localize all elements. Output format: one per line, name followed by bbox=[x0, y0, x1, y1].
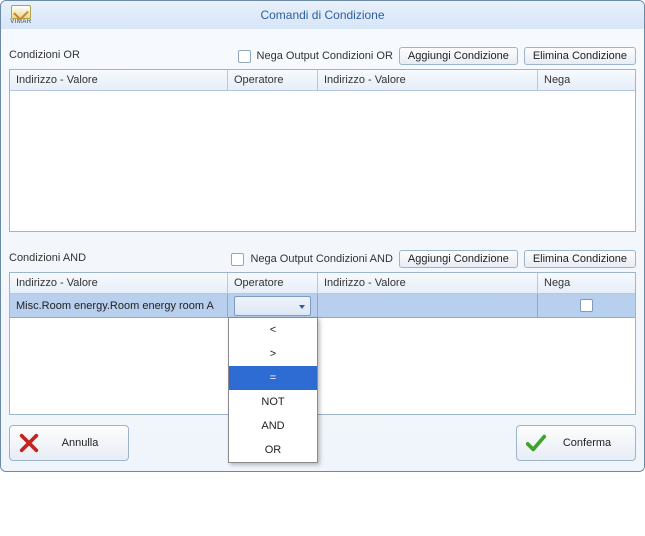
condition-commands-window: VIMAR Comandi di Condizione Condizioni O… bbox=[0, 0, 645, 472]
or-neg-label: Nega Output Condizioni OR bbox=[257, 50, 393, 62]
operator-option[interactable]: OR bbox=[229, 438, 317, 462]
and-col-addr1[interactable]: Indirizzo - Valore bbox=[10, 273, 228, 293]
and-add-condition-button[interactable]: Aggiungi Condizione bbox=[399, 250, 518, 268]
confirm-icon bbox=[525, 432, 547, 454]
window-title: Comandi di Condizione bbox=[1, 8, 644, 22]
or-section-bar: Condizioni OR Nega Output Condizioni OR … bbox=[9, 47, 636, 65]
or-table-body bbox=[10, 91, 635, 231]
and-delete-condition-button[interactable]: Elimina Condizione bbox=[524, 250, 636, 268]
and-section-title: Condizioni AND bbox=[9, 252, 86, 268]
and-col-addr2[interactable]: Indirizzo - Valore bbox=[318, 273, 538, 293]
and-bar-right: Nega Output Condizioni AND Aggiungi Cond… bbox=[231, 250, 636, 268]
or-col-addr2[interactable]: Indirizzo - Valore bbox=[318, 70, 538, 90]
titlebar: VIMAR Comandi di Condizione bbox=[1, 1, 644, 29]
operator-option[interactable]: AND bbox=[229, 414, 317, 438]
and-table-header: Indirizzo - Valore Operatore Indirizzo -… bbox=[10, 273, 635, 294]
and-neg-checkbox[interactable] bbox=[231, 253, 244, 266]
operator-option[interactable]: > bbox=[229, 342, 317, 366]
operator-dropdown[interactable]: <>=NOTANDOR bbox=[228, 317, 318, 463]
cancel-label: Annulla bbox=[40, 437, 120, 449]
content-area: Condizioni OR Nega Output Condizioni OR … bbox=[1, 29, 644, 471]
cell-addr1[interactable]: Misc.Room energy.Room energy room A bbox=[10, 294, 228, 317]
or-col-neg[interactable]: Nega bbox=[538, 70, 635, 90]
and-col-operator[interactable]: Operatore bbox=[228, 273, 318, 293]
and-neg-label: Nega Output Condizioni AND bbox=[250, 253, 392, 265]
or-table-header: Indirizzo - Valore Operatore Indirizzo -… bbox=[10, 70, 635, 91]
operator-option[interactable]: NOT bbox=[229, 390, 317, 414]
and-section-bar: Condizioni AND Nega Output Condizioni AN… bbox=[9, 250, 636, 268]
cancel-icon bbox=[18, 432, 40, 454]
cell-addr2[interactable] bbox=[318, 294, 538, 317]
or-col-operator[interactable]: Operatore bbox=[228, 70, 318, 90]
or-delete-condition-button[interactable]: Elimina Condizione bbox=[524, 47, 636, 65]
table-row[interactable]: Misc.Room energy.Room energy room A bbox=[10, 294, 635, 318]
cell-neg[interactable] bbox=[538, 294, 635, 317]
footer: Annulla Conferma bbox=[9, 425, 636, 461]
confirm-button[interactable]: Conferma bbox=[516, 425, 636, 461]
operator-option[interactable]: = bbox=[229, 366, 317, 390]
or-neg-checkbox[interactable] bbox=[238, 50, 251, 63]
operator-option[interactable]: < bbox=[229, 318, 317, 342]
confirm-label: Conferma bbox=[547, 437, 627, 449]
or-bar-right: Nega Output Condizioni OR Aggiungi Condi… bbox=[238, 47, 636, 65]
or-section-title: Condizioni OR bbox=[9, 49, 80, 65]
and-table-body: Misc.Room energy.Room energy room A bbox=[10, 294, 635, 414]
and-col-neg[interactable]: Nega bbox=[538, 273, 635, 293]
cell-addr1-text: Misc.Room energy.Room energy room A bbox=[16, 300, 214, 312]
or-table: Indirizzo - Valore Operatore Indirizzo -… bbox=[9, 69, 636, 232]
and-table: Indirizzo - Valore Operatore Indirizzo -… bbox=[9, 272, 636, 415]
operator-combobox[interactable] bbox=[234, 296, 311, 316]
cancel-button[interactable]: Annulla bbox=[9, 425, 129, 461]
cell-operator[interactable] bbox=[228, 294, 318, 317]
or-col-addr1[interactable]: Indirizzo - Valore bbox=[10, 70, 228, 90]
or-add-condition-button[interactable]: Aggiungi Condizione bbox=[399, 47, 518, 65]
neg-row-checkbox[interactable] bbox=[580, 299, 593, 312]
